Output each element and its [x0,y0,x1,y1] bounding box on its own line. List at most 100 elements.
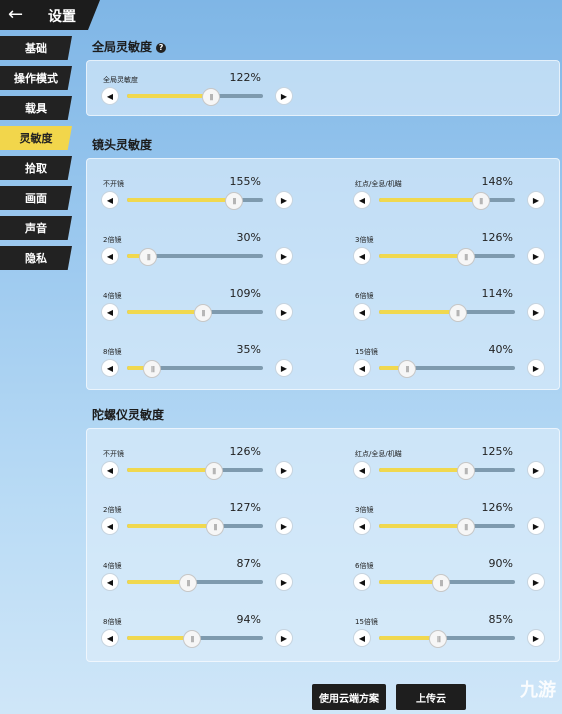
increase-button[interactable]: ▶ [527,573,545,591]
slider-track[interactable]: ||| [127,192,263,210]
back-button[interactable]: ← [8,4,23,25]
decrease-button[interactable]: ◀ [101,87,119,105]
triangle-right-icon: ▶ [532,251,540,261]
increase-button[interactable]: ▶ [275,573,293,591]
increase-button[interactable]: ▶ [275,517,293,535]
triangle-right-icon: ▶ [280,195,288,205]
sidebar-item-sound[interactable]: 声音 [0,216,72,240]
slider-track[interactable]: ||| [379,518,515,536]
increase-button[interactable]: ▶ [275,461,293,479]
triangle-left-icon: ◀ [358,251,366,261]
slider-track[interactable]: ||| [379,630,515,648]
slider-thumb[interactable]: ||| [143,360,162,378]
decrease-button[interactable]: ◀ [101,247,119,265]
decrease-button[interactable]: ◀ [101,517,119,535]
use-cloud-scheme-button[interactable]: 使用云端方案 [312,684,386,710]
sidebar-item-vehicle[interactable]: 载具 [0,96,72,120]
increase-button[interactable]: ▶ [275,303,293,321]
question-circle-icon[interactable]: ? [156,42,167,53]
slider-label: 15倍镜 [355,618,378,626]
slider-thumb[interactable]: ||| [178,574,197,592]
decrease-button[interactable]: ◀ [101,629,119,647]
slider-track[interactable]: ||| [127,248,263,266]
slider-thumb[interactable]: ||| [204,462,223,480]
slider-thumb[interactable]: ||| [201,88,220,106]
increase-button[interactable]: ▶ [527,303,545,321]
sidebar-item-sensitivity[interactable]: 灵敏度 [0,126,72,150]
slider-track[interactable]: ||| [379,248,515,266]
increase-button[interactable]: ▶ [527,247,545,265]
slider-fill [379,580,441,584]
slider-thumb[interactable]: ||| [139,248,158,266]
decrease-button[interactable]: ◀ [101,303,119,321]
slider-fill [127,310,202,314]
slider-track[interactable]: ||| [127,630,263,648]
section-title-gyro: 陀螺仪灵敏度 [92,408,165,422]
slider-thumb[interactable]: ||| [182,630,201,648]
slider-value: 148% [481,175,513,188]
slider-fill [379,310,457,314]
increase-button[interactable]: ▶ [275,629,293,647]
decrease-button[interactable]: ◀ [101,359,119,377]
decrease-button[interactable]: ◀ [353,629,371,647]
slider-thumb[interactable]: ||| [456,248,475,266]
triangle-left-icon: ◀ [106,633,114,643]
increase-button[interactable]: ▶ [527,191,545,209]
sidebar-item-control-mode[interactable]: 操作模式 [0,66,72,90]
decrease-button[interactable]: ◀ [353,359,371,377]
slider-thumb[interactable]: ||| [448,304,467,322]
slider-fill [379,468,465,472]
decrease-button[interactable]: ◀ [101,191,119,209]
decrease-button[interactable]: ◀ [353,573,371,591]
slider-thumb[interactable]: ||| [456,462,475,480]
decrease-button[interactable]: ◀ [101,573,119,591]
slider-track[interactable]: ||| [379,192,515,210]
increase-button[interactable]: ▶ [275,87,293,105]
slider-thumb[interactable]: ||| [432,574,451,592]
increase-button[interactable]: ▶ [275,247,293,265]
slider-value: 155% [229,175,261,188]
sidebar-item-graphics[interactable]: 画面 [0,186,72,210]
slider-thumb[interactable]: ||| [225,192,244,210]
slider-thumb[interactable]: ||| [456,518,475,536]
upload-cloud-button[interactable]: 上传云 [396,684,466,710]
slider-control: ◀ ||| ▶ [353,247,545,267]
sidebar-item-privacy[interactable]: 隐私 [0,246,72,270]
slider-track[interactable]: ||| [379,574,515,592]
decrease-button[interactable]: ◀ [353,303,371,321]
slider-track[interactable]: ||| [379,304,515,322]
increase-button[interactable]: ▶ [275,359,293,377]
decrease-button[interactable]: ◀ [101,461,119,479]
triangle-left-icon: ◀ [358,633,366,643]
slider-track[interactable]: ||| [127,360,263,378]
slider-track[interactable]: ||| [379,360,515,378]
slider-track[interactable]: ||| [127,518,263,536]
slider-thumb[interactable]: ||| [471,192,490,210]
decrease-button[interactable]: ◀ [353,517,371,535]
slider-value: 85% [488,613,513,626]
decrease-button[interactable]: ◀ [353,191,371,209]
slider-value: 126% [481,231,513,244]
slider-thumb[interactable]: ||| [398,360,417,378]
slider-track[interactable]: ||| [127,304,263,322]
slider-label: 红点/全息/机瞄 [355,450,402,458]
slider-thumb[interactable]: ||| [429,630,448,648]
slider-track[interactable]: ||| [127,462,263,480]
slider-track[interactable]: ||| [127,88,263,106]
increase-button[interactable]: ▶ [527,461,545,479]
slider-thumb[interactable]: ||| [193,304,212,322]
increase-button[interactable]: ▶ [527,629,545,647]
slider-value: 94% [236,613,261,626]
watermark-logo: 九游 [520,680,556,701]
increase-button[interactable]: ▶ [527,359,545,377]
increase-button[interactable]: ▶ [275,191,293,209]
decrease-button[interactable]: ◀ [353,247,371,265]
sidebar-item-basic[interactable]: 基础 [0,36,72,60]
increase-button[interactable]: ▶ [527,517,545,535]
slider-track[interactable]: ||| [127,574,263,592]
slider-track[interactable]: ||| [379,462,515,480]
sidebar-item-pickup[interactable]: 拾取 [0,156,72,180]
decrease-button[interactable]: ◀ [353,461,371,479]
slider-fill [127,94,210,98]
slider-thumb[interactable]: ||| [206,518,225,536]
